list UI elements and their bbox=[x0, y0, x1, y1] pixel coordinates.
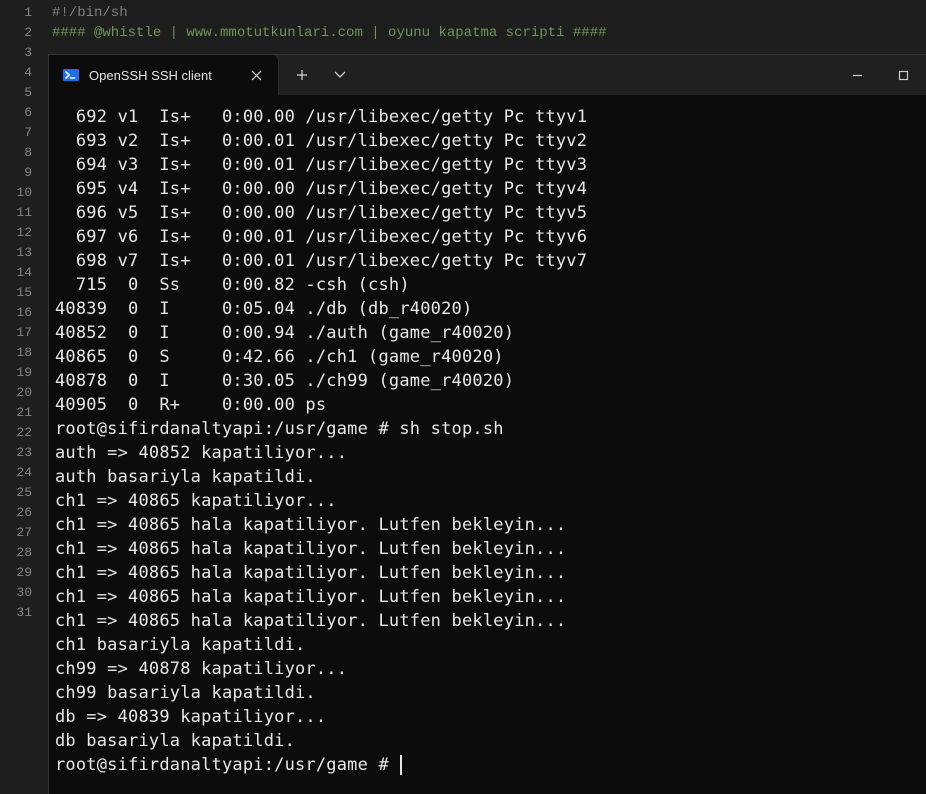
line-number: 14 bbox=[0, 263, 32, 283]
line-number: 1 bbox=[0, 3, 32, 23]
terminal-line: 697 v6 Is+ 0:00.01 /usr/libexec/getty Pc… bbox=[55, 225, 926, 249]
titlebar: OpenSSH SSH client bbox=[49, 55, 926, 95]
terminal-line: ch99 => 40878 kapatiliyor... bbox=[55, 657, 926, 681]
terminal-line: 696 v5 Is+ 0:00.00 /usr/libexec/getty Pc… bbox=[55, 201, 926, 225]
terminal-line: 694 v3 Is+ 0:00.01 /usr/libexec/getty Pc… bbox=[55, 153, 926, 177]
terminal-cursor bbox=[400, 755, 402, 775]
terminal-line: ch1 => 40865 hala kapatiliyor. Lutfen be… bbox=[55, 513, 926, 537]
terminal-line: root@sifirdanaltyapi:/usr/game # sh stop… bbox=[55, 417, 926, 441]
terminal-line: 715 0 Ss 0:00.82 -csh (csh) bbox=[55, 273, 926, 297]
close-tab-button[interactable] bbox=[246, 65, 266, 85]
terminal-line: ch1 => 40865 hala kapatiliyor. Lutfen be… bbox=[55, 609, 926, 633]
terminal-line: db basariyla kapatildi. bbox=[55, 729, 926, 753]
terminal-line: ch1 => 40865 hala kapatiliyor. Lutfen be… bbox=[55, 561, 926, 585]
terminal-line: root@sifirdanaltyapi:/usr/game # bbox=[55, 753, 926, 777]
line-number: 6 bbox=[0, 103, 32, 123]
terminal-line: 40839 0 I 0:05.04 ./db (db_r40020) bbox=[55, 297, 926, 321]
editor-line-2: #### @whistle | www.mmotutkunlari.com | … bbox=[52, 25, 607, 41]
line-number: 13 bbox=[0, 243, 32, 263]
line-number: 27 bbox=[0, 523, 32, 543]
terminal-line: auth => 40852 kapatiliyor... bbox=[55, 441, 926, 465]
line-number: 4 bbox=[0, 63, 32, 83]
terminal-tab[interactable]: OpenSSH SSH client bbox=[49, 55, 279, 95]
line-number: 21 bbox=[0, 403, 32, 423]
minimize-icon bbox=[852, 70, 863, 81]
line-number: 17 bbox=[0, 323, 32, 343]
line-number: 29 bbox=[0, 563, 32, 583]
terminal-body[interactable]: 692 v1 Is+ 0:00.00 /usr/libexec/getty Pc… bbox=[49, 95, 926, 794]
tab-dropdown-button[interactable] bbox=[323, 58, 357, 92]
terminal-line: 40905 0 R+ 0:00.00 ps bbox=[55, 393, 926, 417]
terminal-line: ch1 => 40865 hala kapatiliyor. Lutfen be… bbox=[55, 537, 926, 561]
terminal-line: 695 v4 Is+ 0:00.00 /usr/libexec/getty Pc… bbox=[55, 177, 926, 201]
line-number: 30 bbox=[0, 583, 32, 603]
line-number: 22 bbox=[0, 423, 32, 443]
line-number-gutter: 1234567891011121314151617181920212223242… bbox=[0, 0, 42, 794]
line-number: 7 bbox=[0, 123, 32, 143]
terminal-window: OpenSSH SSH client bbox=[48, 54, 926, 794]
line-number: 24 bbox=[0, 463, 32, 483]
line-number: 10 bbox=[0, 183, 32, 203]
line-number: 18 bbox=[0, 343, 32, 363]
terminal-line: 40865 0 S 0:42.66 ./ch1 (game_r40020) bbox=[55, 345, 926, 369]
terminal-line: 698 v7 Is+ 0:00.01 /usr/libexec/getty Pc… bbox=[55, 249, 926, 273]
line-number: 15 bbox=[0, 283, 32, 303]
terminal-line: 693 v2 Is+ 0:00.01 /usr/libexec/getty Pc… bbox=[55, 129, 926, 153]
maximize-icon bbox=[898, 70, 909, 81]
terminal-line: ch99 basariyla kapatildi. bbox=[55, 681, 926, 705]
line-number: 23 bbox=[0, 443, 32, 463]
line-number: 31 bbox=[0, 603, 32, 623]
editor-line-1: #!/bin/sh bbox=[52, 5, 128, 21]
window-controls bbox=[834, 55, 926, 95]
line-number: 12 bbox=[0, 223, 32, 243]
terminal-line: db => 40839 kapatiliyor... bbox=[55, 705, 926, 729]
line-number: 2 bbox=[0, 23, 32, 43]
line-number: 28 bbox=[0, 543, 32, 563]
new-tab-button[interactable] bbox=[285, 58, 319, 92]
maximize-button[interactable] bbox=[880, 55, 926, 95]
tab-title: OpenSSH SSH client bbox=[89, 68, 236, 83]
terminal-line: 692 v1 Is+ 0:00.00 /usr/libexec/getty Pc… bbox=[55, 105, 926, 129]
titlebar-actions bbox=[279, 55, 357, 95]
line-number: 19 bbox=[0, 363, 32, 383]
line-number: 25 bbox=[0, 483, 32, 503]
line-number: 9 bbox=[0, 163, 32, 183]
chevron-down-icon bbox=[334, 71, 346, 79]
close-icon bbox=[251, 70, 262, 81]
terminal-line: ch1 => 40865 kapatiliyor... bbox=[55, 489, 926, 513]
terminal-line: auth basariyla kapatildi. bbox=[55, 465, 926, 489]
powershell-icon bbox=[63, 67, 79, 83]
line-number: 20 bbox=[0, 383, 32, 403]
terminal-line: 40878 0 I 0:30.05 ./ch99 (game_r40020) bbox=[55, 369, 926, 393]
terminal-line: ch1 => 40865 hala kapatiliyor. Lutfen be… bbox=[55, 585, 926, 609]
line-number: 11 bbox=[0, 203, 32, 223]
line-number: 5 bbox=[0, 83, 32, 103]
terminal-line: ch1 basariyla kapatildi. bbox=[55, 633, 926, 657]
line-number: 8 bbox=[0, 143, 32, 163]
terminal-line: 40852 0 I 0:00.94 ./auth (game_r40020) bbox=[55, 321, 926, 345]
line-number: 26 bbox=[0, 503, 32, 523]
plus-icon bbox=[296, 69, 308, 81]
minimize-button[interactable] bbox=[834, 55, 880, 95]
line-number: 16 bbox=[0, 303, 32, 323]
line-number: 3 bbox=[0, 43, 32, 63]
